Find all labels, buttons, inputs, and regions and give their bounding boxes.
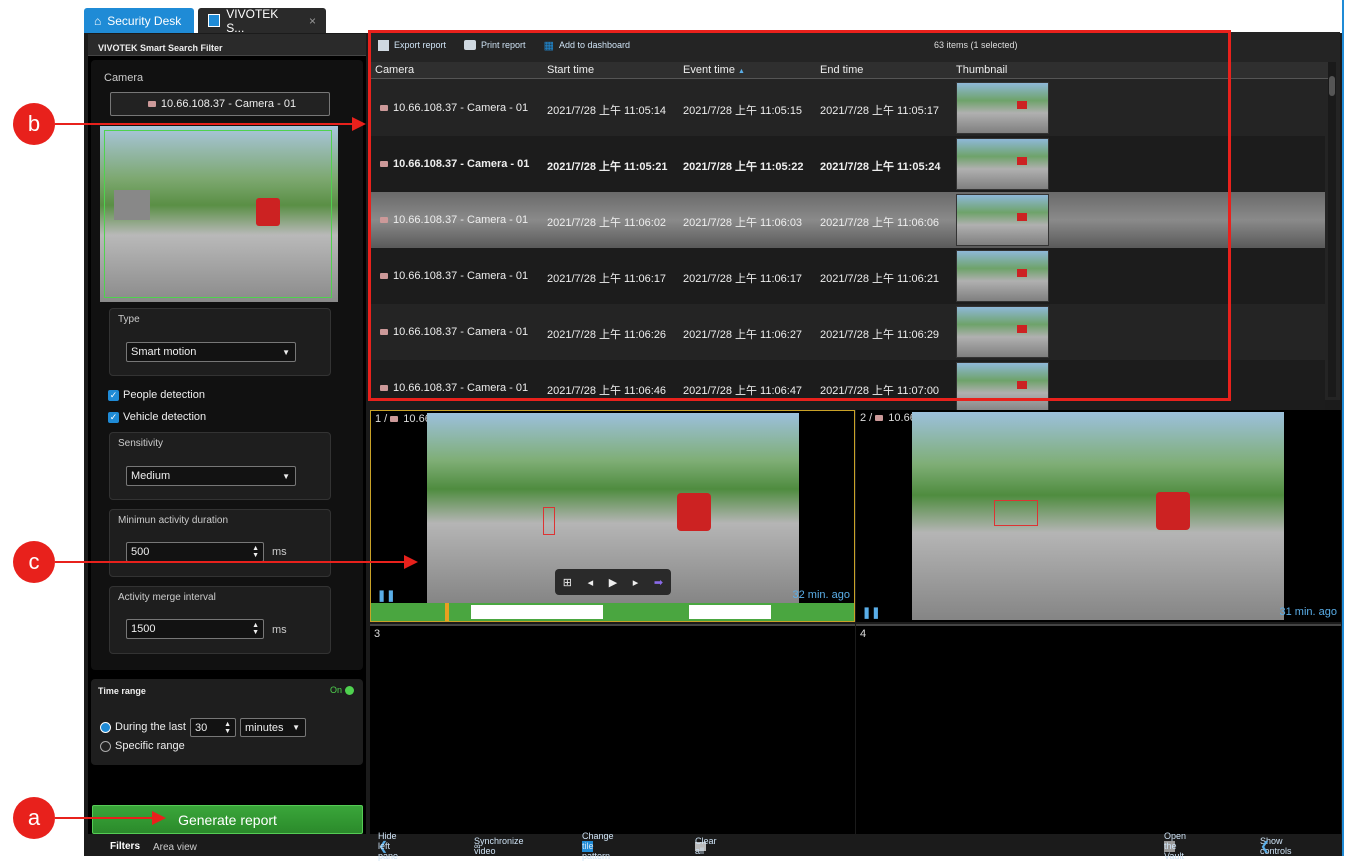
- tab-area-view[interactable]: Area view: [153, 842, 197, 853]
- min-duration-input[interactable]: 500 ▲ ▼: [126, 542, 264, 562]
- merge-interval-input[interactable]: 1500 ▲ ▼: [126, 619, 264, 639]
- radio-icon: [100, 740, 111, 752]
- annotation-arrow-b: [55, 123, 355, 125]
- sensitivity-dropdown[interactable]: Medium ▼: [126, 466, 296, 486]
- sensitivity-label: Sensitivity: [118, 438, 164, 449]
- video-frame: [912, 412, 1284, 620]
- parked-car: [256, 198, 280, 226]
- video-tile-4[interactable]: 4: [856, 624, 1341, 834]
- filter-title: VIVOTEK Smart Search Filter: [98, 43, 223, 53]
- during-unit-dropdown[interactable]: minutes ▼: [240, 718, 306, 737]
- bottom-toolbar: ❮ Hide left pane ∞ Synchronize video Chang…: [370, 831, 1342, 861]
- merge-interval-label: Activity merge interval: [118, 592, 216, 603]
- pause-icon[interactable]: ❚❚: [862, 606, 880, 619]
- table-scrollbar[interactable]: [1328, 62, 1336, 397]
- spinner-icon[interactable]: ▲ ▼: [224, 721, 231, 735]
- time-range-label: Time range: [98, 686, 146, 696]
- annotation-c: c: [13, 541, 55, 583]
- window-border: [1342, 0, 1344, 856]
- spinner-icon[interactable]: ▲ ▼: [252, 622, 259, 636]
- time-range-toggle[interactable]: On: [330, 685, 355, 695]
- play-icon[interactable]: ▶: [609, 576, 617, 589]
- tab-filters[interactable]: Filters: [110, 841, 140, 852]
- annotation-a: a: [13, 797, 55, 839]
- tile-header: 3: [374, 628, 381, 640]
- type-label: Type: [118, 314, 140, 325]
- tile-header: 4: [860, 628, 867, 640]
- chevron-down-icon: ▼: [282, 471, 290, 481]
- pause-icon[interactable]: ❚❚: [377, 589, 395, 602]
- annotation-box-b: [368, 30, 1231, 401]
- arrowhead-icon: [404, 555, 418, 569]
- video-tile-3[interactable]: 3: [370, 624, 855, 834]
- arrowhead-icon: [152, 811, 166, 825]
- generate-report-button[interactable]: Generate report: [92, 805, 363, 834]
- filter-pane: VIVOTEK Smart Search Filter Camera 10.66…: [88, 34, 366, 834]
- step-forward-icon[interactable]: ▸: [633, 576, 639, 589]
- toggle-on-icon: [345, 685, 355, 695]
- time-ago: 32 min. ago: [792, 589, 850, 601]
- tab-security-desk[interactable]: ⌂ Security Desk: [84, 8, 194, 33]
- chevron-down-icon: ▼: [292, 723, 300, 732]
- truck: [114, 190, 150, 220]
- playback-controls[interactable]: ⊞ ◂ ▶ ▸ ➡: [555, 569, 671, 595]
- annotation-arrow-a: [55, 817, 155, 819]
- checkbox-checked-icon: ✓: [108, 389, 119, 401]
- merge-interval-unit: ms: [272, 624, 287, 636]
- people-detection-checkbox[interactable]: ✓ People detection: [108, 389, 205, 401]
- timeline-cursor[interactable]: [445, 603, 449, 621]
- min-duration-label: Minimun activity duration: [118, 515, 229, 526]
- radio-selected-icon: [100, 721, 111, 733]
- during-last-radio[interactable]: During the last: [100, 721, 186, 733]
- specific-range-radio[interactable]: Specific range: [100, 740, 185, 752]
- checkbox-checked-icon: ✓: [108, 411, 119, 423]
- camera-preview[interactable]: [100, 126, 338, 302]
- arrowhead-icon: [352, 117, 366, 131]
- spinner-icon[interactable]: ▲ ▼: [252, 545, 259, 559]
- tab-vivotek[interactable]: VIVOTEK S... ×: [198, 7, 326, 35]
- video-tile-2[interactable]: 2 / 10.66.108.37 - Camera - 01 ❚❚ 31 min…: [856, 410, 1341, 622]
- video-tile-1[interactable]: 1 / 10.66.108.37 - Camera - 01 ⊞◂▶▸➡ ❚❚ …: [370, 410, 855, 622]
- search-app-icon: [208, 14, 221, 27]
- annotation-b: b: [13, 103, 55, 145]
- time-ago: 31 min. ago: [1279, 606, 1337, 618]
- vehicle-detection-checkbox[interactable]: ✓ Vehicle detection: [108, 411, 206, 423]
- camera-icon: [147, 101, 156, 107]
- speed-icon[interactable]: ➡: [654, 576, 663, 589]
- type-dropdown[interactable]: Smart motion ▼: [126, 342, 296, 362]
- chevron-down-icon: ▼: [282, 347, 290, 357]
- min-duration-unit: ms: [272, 546, 287, 558]
- home-icon: ⌂: [94, 13, 102, 28]
- close-icon[interactable]: ×: [309, 14, 316, 28]
- frame-icon[interactable]: ⊞: [563, 576, 572, 589]
- camera-label: Camera: [104, 72, 144, 84]
- chevron-left-icon: ❮: [1260, 839, 1271, 853]
- camera-selector[interactable]: 10.66.108.37 - Camera - 01: [110, 92, 330, 116]
- step-back-icon[interactable]: ◂: [588, 576, 594, 589]
- annotation-arrow-c: [55, 561, 407, 563]
- during-last-input[interactable]: 30 ▲ ▼: [190, 718, 236, 737]
- timeline[interactable]: [371, 603, 854, 621]
